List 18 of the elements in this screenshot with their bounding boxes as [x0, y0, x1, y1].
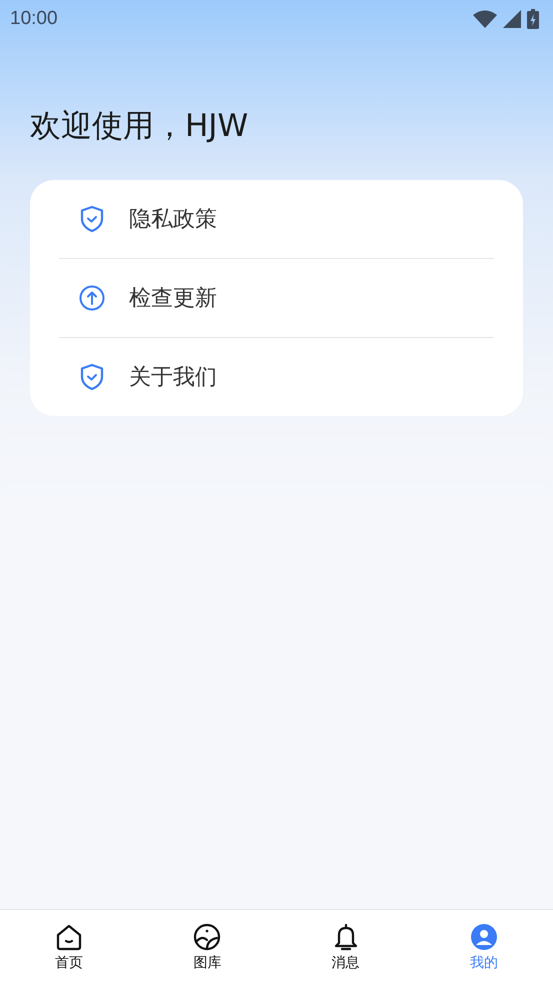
- signal-icon: [503, 10, 521, 28]
- home-icon: [55, 922, 84, 950]
- menu-item[interactable]: 隐私政策: [59, 180, 494, 259]
- shield-check-icon: [79, 205, 105, 233]
- nav-tab[interactable]: 首页: [0, 910, 138, 984]
- gallery-icon: [193, 922, 222, 950]
- menu-item[interactable]: 检查更新: [59, 259, 494, 338]
- status-time: 10:00: [10, 8, 58, 30]
- nav-tab[interactable]: 我的: [414, 910, 553, 984]
- battery-icon: [527, 9, 539, 29]
- shield-check-icon: [79, 363, 105, 391]
- greeting-title: 欢迎使用，HJW: [30, 107, 250, 146]
- wifi-icon: [473, 10, 497, 28]
- nav-tab[interactable]: 消息: [276, 910, 415, 984]
- arrow-up-circle-icon: [79, 285, 105, 311]
- avatar-icon: [470, 922, 498, 950]
- menu-item[interactable]: 关于我们: [59, 338, 494, 416]
- nav-tab[interactable]: 图库: [138, 910, 276, 984]
